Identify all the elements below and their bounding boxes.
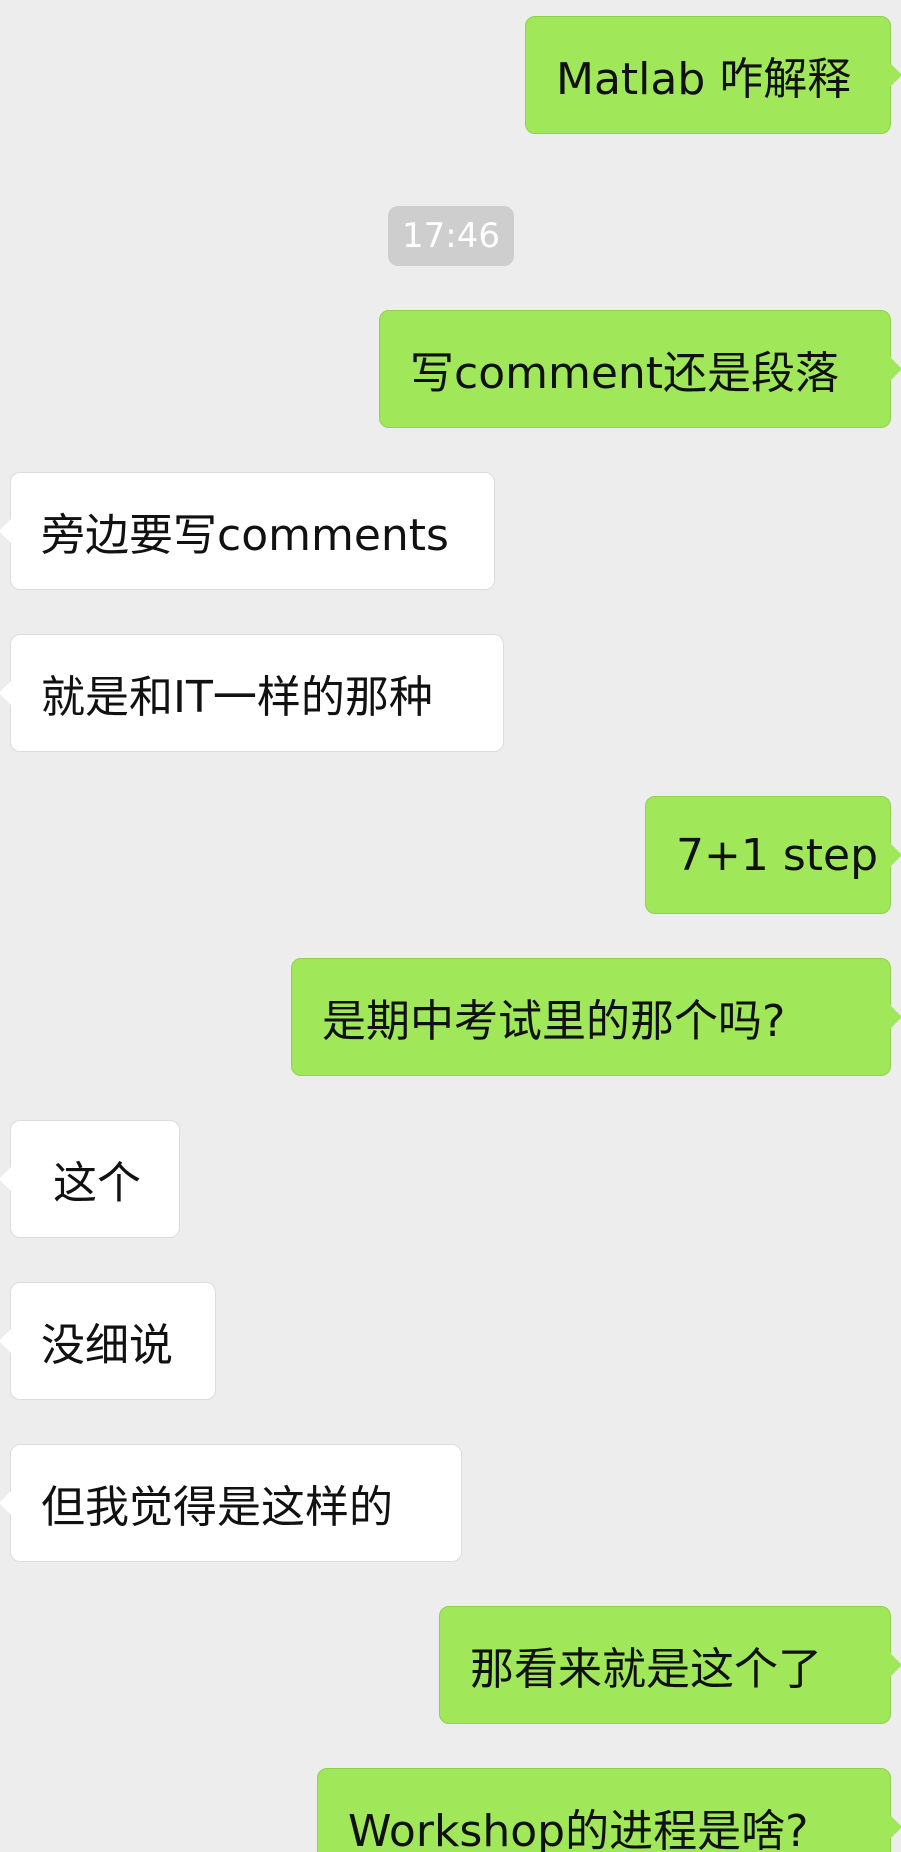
message-text: 这个 [53, 1158, 141, 1209]
message-text: 但我觉得是这样的 [41, 1482, 393, 1533]
message-bubble-sent[interactable]: Workshop的进程是啥? [317, 1768, 901, 1852]
message-bubble-sent[interactable]: 7+1 step [645, 796, 901, 914]
message-bubble-received[interactable]: 旁边要写comments [0, 472, 495, 590]
chat-timestamp: 17:46 [388, 206, 514, 266]
message-text: 写comment还是段落 [410, 348, 840, 399]
message-text: Workshop的进程是啥? [348, 1806, 809, 1852]
message-text: Matlab 咋解释 [556, 54, 852, 105]
message-text: 7+1 step [676, 829, 879, 881]
timestamp-text: 17:46 [402, 216, 500, 256]
message-bubble-received[interactable]: 这个 [0, 1120, 180, 1238]
message-text: 是期中考试里的那个吗? [322, 996, 786, 1047]
message-bubble-sent[interactable]: Matlab 咋解释 [525, 16, 901, 134]
chat-message-list[interactable]: Matlab 咋解释 17:46 写comment还是段落 旁边要写commen… [0, 0, 901, 1852]
message-text: 旁边要写comments [41, 510, 449, 561]
message-bubble-received[interactable]: 没细说 [0, 1282, 216, 1400]
message-text: 那看来就是这个了 [470, 1644, 822, 1695]
message-bubble-sent[interactable]: 写comment还是段落 [379, 310, 901, 428]
message-bubble-sent[interactable]: 是期中考试里的那个吗? [291, 958, 901, 1076]
message-bubble-received[interactable]: 但我觉得是这样的 [0, 1444, 462, 1562]
message-text: 没细说 [41, 1320, 173, 1371]
message-text: 就是和IT一样的那种 [41, 672, 433, 723]
message-bubble-received[interactable]: 就是和IT一样的那种 [0, 634, 504, 752]
message-bubble-sent[interactable]: 那看来就是这个了 [439, 1606, 901, 1724]
